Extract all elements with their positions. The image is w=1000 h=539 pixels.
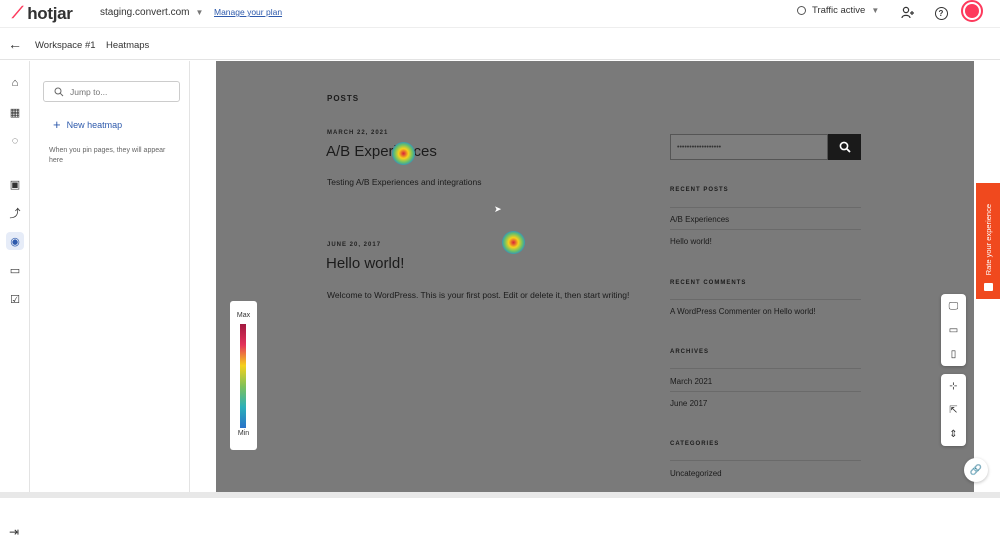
legend-gradient [240,324,246,428]
heatmap-type-toolbar: ⊹ ⇱ ⇕ [941,374,966,446]
top-bar: ⟋ hotjar staging.convert.com ▼ Manage yo… [0,0,1000,28]
surveys-icon[interactable]: ☑ [6,290,24,308]
feedback-icon [983,283,993,291]
tablet-icon[interactable]: ▭ [941,318,966,342]
desktop-icon[interactable]: 🖵 [941,294,966,318]
nav-rail: ⌂ ▦ ◌ ▣ ⤴ ◉ ▭ ☑ ⇥ [0,61,30,539]
heatmaps-panel: + New heatmap When you pin pages, they w… [31,61,190,498]
divider [670,207,861,208]
breadcrumb: ← Workspace #1 Heatmaps [0,29,1000,60]
hotjar-logo[interactable]: ⟋ hotjar [12,4,73,24]
share-link-icon[interactable]: 🔗 [964,458,988,482]
plus-icon: + [53,117,61,132]
site-search-input: •••••••••••••••••• [670,134,828,160]
search-input[interactable] [70,86,170,97]
site-name: staging.convert.com [100,7,190,18]
chevron-down-icon: ▼ [871,6,880,15]
post-date: MARCH 22, 2021 [327,130,389,136]
page-screenshot[interactable]: POSTS MARCH 22, 2021 A/B Experiences Tes… [216,61,974,498]
breadcrumb-page: Heatmaps [106,40,150,51]
cursor-icon: ➤ [494,204,502,214]
sidebar-link: A WordPress Commenter on Hello world! [670,307,816,316]
divider [670,368,861,369]
search-icon [839,141,851,153]
scroll-map-icon[interactable]: ⇕ [941,422,966,446]
heat-spot [502,231,525,254]
post-date: JUNE 20, 2017 [327,242,382,248]
heatmaps-icon[interactable]: ◉ [6,232,24,250]
dashboard-icon[interactable]: ▦ [6,103,24,121]
traffic-status[interactable]: Traffic active ▼ [797,5,879,16]
mobile-icon[interactable]: ▯ [941,342,966,366]
post-title: Hello world! [326,255,405,272]
device-toolbar: 🖵 ▭ ▯ [941,294,966,366]
posts-heading: POSTS [327,94,360,103]
heatmap-legend: Max Min [230,301,257,450]
help-button[interactable]: ? [931,3,951,23]
heat-spot [392,142,415,165]
divider [670,391,861,392]
feedback-icon[interactable]: ▭ [6,261,24,279]
rate-experience-tab[interactable]: Rate your experience [976,183,1000,299]
help-icon: ? [934,6,948,20]
new-heatmap-label: New heatmap [66,119,123,130]
legend-min: Min [237,430,250,437]
breadcrumb-workspace[interactable]: Workspace #1 [35,40,96,51]
click-map-icon[interactable]: ⊹ [941,374,966,398]
site-search-button [828,134,861,160]
sidebar-link: June 2017 [670,399,708,408]
home-icon[interactable]: ⌂ [6,74,24,92]
legend-max: Max [236,312,251,319]
post-body: Testing A/B Experiences and integrations [327,177,482,187]
chevron-down-icon: ▼ [195,8,204,17]
collapse-sidebar-icon[interactable]: ⇥ [9,525,19,539]
avatar[interactable] [961,0,983,22]
sidebar-heading: ARCHIVES [670,349,710,355]
status-circle-icon [797,6,806,15]
new-heatmap-button[interactable]: + New heatmap [53,117,122,132]
manage-plan-link[interactable]: Manage your plan [214,7,282,17]
pin-hint: When you pin pages, they will appear her… [49,147,166,164]
sidebar-heading: RECENT POSTS [670,187,729,193]
jump-to-search[interactable] [43,81,180,102]
sidebar-link: Uncategorized [670,469,722,478]
logo-text: hotjar [27,4,73,23]
divider [670,460,861,461]
sidebar-heading: CATEGORIES [670,441,720,447]
site-selector[interactable]: staging.convert.com ▼ [100,7,203,18]
sidebar-heading: RECENT COMMENTS [670,280,747,286]
sidebar-link: A/B Experiences [670,215,730,224]
divider [670,229,861,230]
post-title: A/B Experiences [326,143,437,160]
traffic-status-label: Traffic active [812,5,866,16]
rate-experience-label: Rate your experience [983,203,993,275]
sidebar-link: March 2021 [670,377,713,386]
divider [670,299,861,300]
hotjar-flame-icon: ⟋ [12,5,24,22]
add-user-icon[interactable] [898,3,918,23]
back-arrow-icon[interactable]: ← [8,36,22,52]
trends-icon[interactable]: ▣ [6,175,24,193]
user-icon [965,4,979,18]
move-map-icon[interactable]: ⇱ [941,398,966,422]
sidebar-link: Hello world! [670,237,712,246]
recordings-icon[interactable]: ⤴ [6,204,24,222]
search-icon [54,87,64,96]
lightbulb-icon[interactable]: ◌ [6,132,24,150]
taskbar [0,492,1000,498]
post-body: Welcome to WordPress. This is your first… [327,290,630,300]
